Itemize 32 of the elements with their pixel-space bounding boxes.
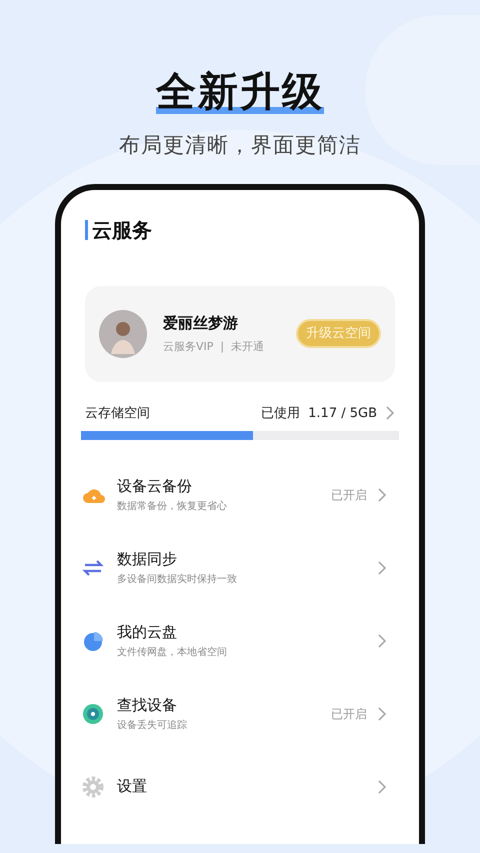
chevron-icon (377, 560, 387, 574)
menu-item[interactable]: 设备云备份 数据常备份，恢复更省心 已开启 (85, 458, 395, 531)
item-title: 数据同步 (117, 548, 178, 570)
avatar-icon (99, 310, 147, 358)
chevron-icon[interactable] (385, 406, 395, 420)
item-title: 设备云备份 (117, 476, 193, 497)
item-title: 查找设备 (117, 694, 178, 716)
page-title: 云服务 (85, 220, 152, 240)
item-description: 数据常备份，恢复更省心 (117, 500, 227, 514)
chevron-icon (377, 488, 387, 502)
item-description: 设备丢失可追踪 (117, 718, 187, 734)
menu-item[interactable]: 查找设备 设备丢失可追踪 已开启 (85, 677, 395, 750)
radar-icon (81, 702, 105, 726)
storage-label: 云存储空间 (85, 404, 150, 422)
headline: 全新升级 (156, 70, 324, 114)
item-description: 多设备间数据实时保持一致 (117, 572, 237, 588)
menu-item[interactable]: 我的云盘 文件传网盘，本地省空间 (85, 604, 395, 677)
user-name: 爱丽丝梦游 (163, 313, 239, 334)
chevron-icon (377, 706, 387, 720)
item-description: 文件传网盘，本地省空间 (117, 646, 227, 660)
item-status: 已开启 (331, 706, 367, 722)
menu-item[interactable]: 设置 (85, 750, 395, 823)
item-title: 设置 (117, 776, 147, 798)
chevron-icon (377, 634, 387, 648)
item-title: 我的云盘 (117, 622, 178, 643)
plan-status: 云服务VIP | 未开通 (163, 338, 264, 355)
chevron-icon (377, 780, 387, 794)
storage-usage: 已使用 1.17 / 5GB (260, 404, 377, 422)
item-status: 已开启 (331, 486, 367, 504)
menu-item[interactable]: 数据同步 多设备间数据实时保持一致 (85, 531, 395, 604)
settings-icon (81, 774, 105, 798)
subtitle: 布局更清晰，界面更简洁 (118, 132, 362, 159)
